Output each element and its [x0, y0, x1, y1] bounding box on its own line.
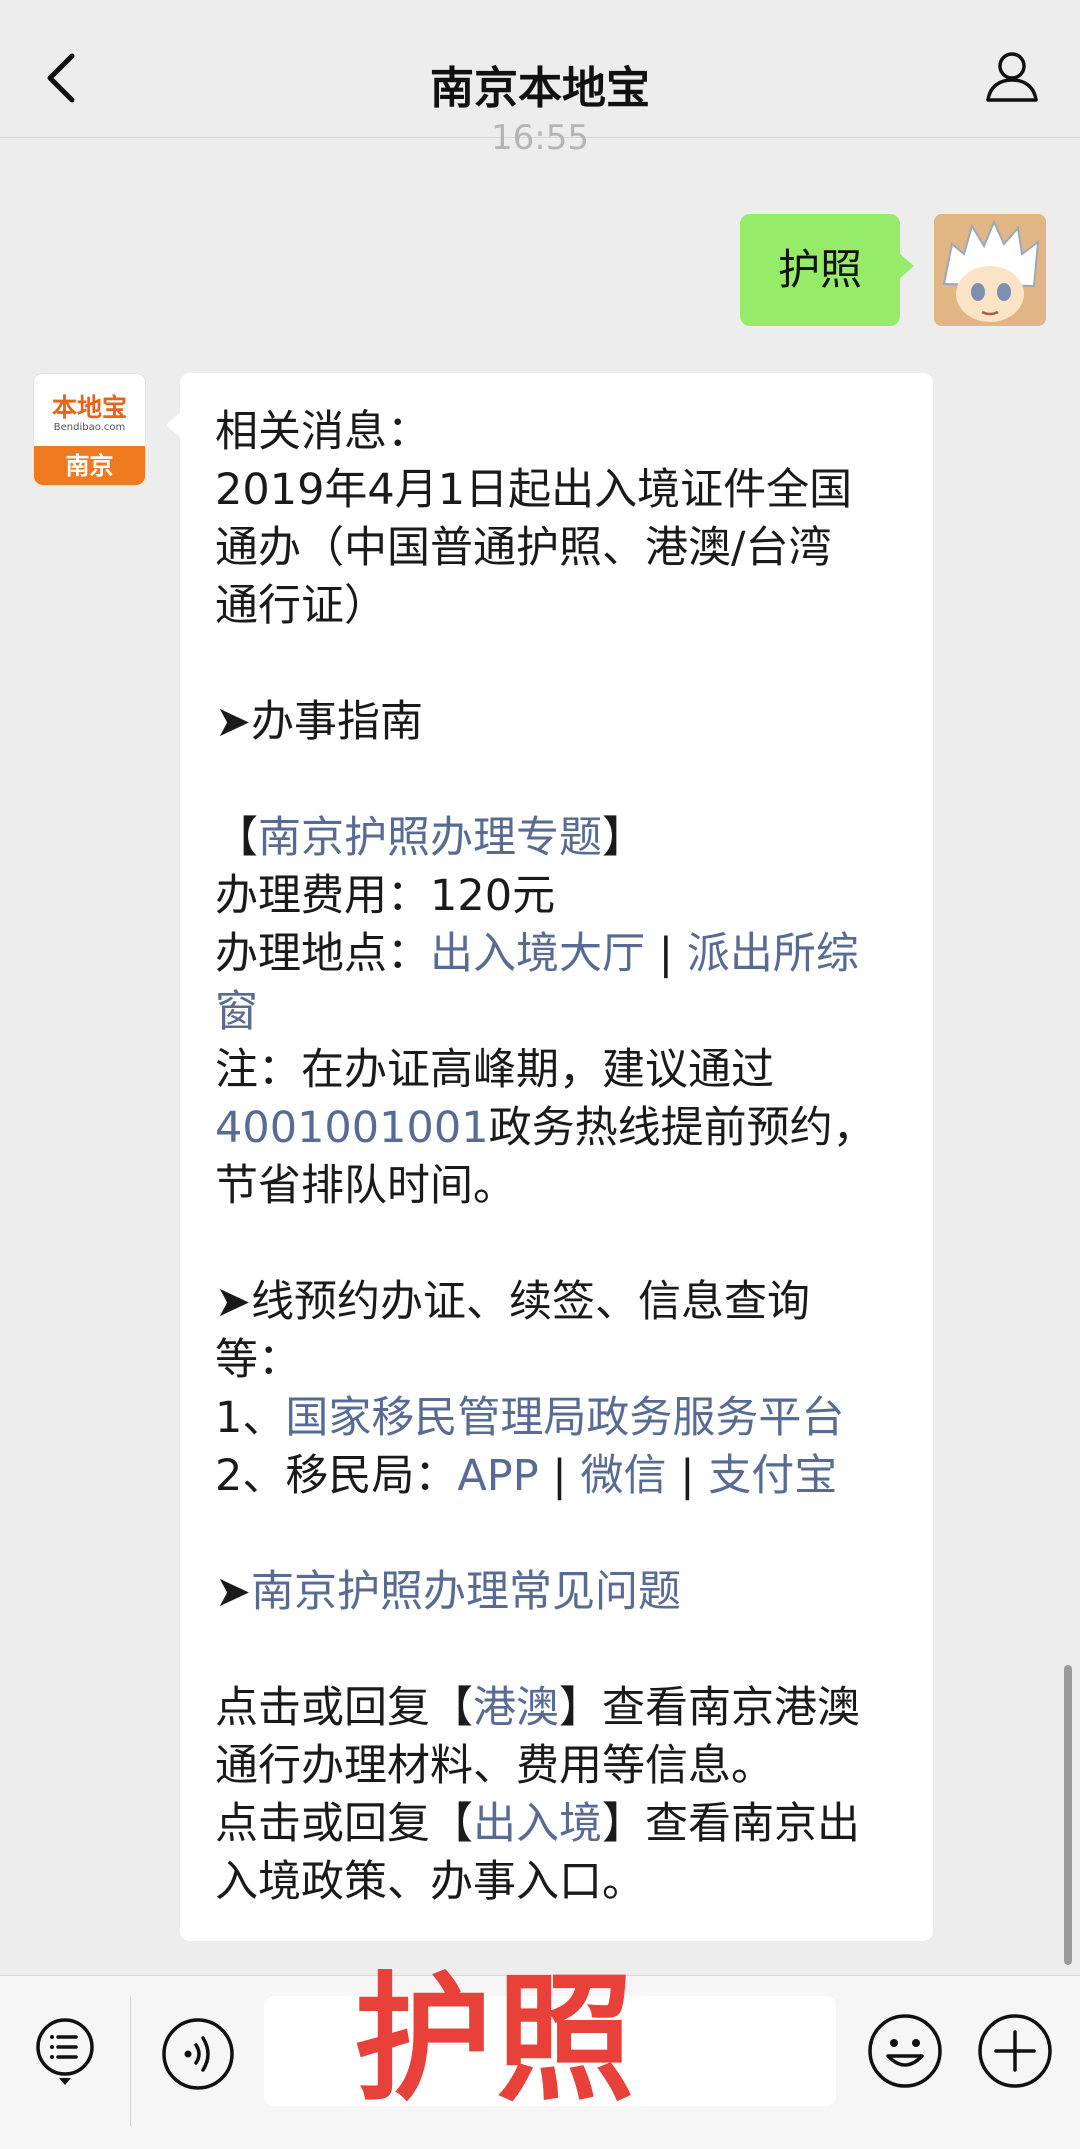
voice-icon[interactable]	[160, 2016, 236, 2092]
separator: |	[666, 1451, 709, 1501]
location-label: 办理地点：	[215, 929, 430, 979]
police-station-link[interactable]: 派出所综	[687, 929, 859, 979]
message-line: 通办（中国普通护照、港澳/台湾	[215, 523, 832, 573]
user-message-bubble[interactable]: 护照	[740, 214, 914, 326]
plus-icon[interactable]	[976, 2012, 1054, 2090]
divider	[130, 1996, 131, 2126]
list-prefix: 2、移民局：	[215, 1451, 458, 1501]
hotline-phone-link[interactable]: 4001001001	[215, 1103, 489, 1153]
fee-line: 办理费用：120元	[215, 871, 556, 921]
note-line: 注：在办证高峰期，建议通过	[215, 1045, 774, 1095]
exit-entry-hall-link[interactable]: 出入境大厅	[430, 929, 645, 979]
bot-message-bubble: 相关消息： 2019年4月1日起出入境证件全国 通办（中国普通护照、港澳/台湾 …	[166, 373, 933, 1941]
bracket: 】	[602, 813, 645, 863]
location-line-cont: 窗	[215, 983, 901, 1041]
hk-macao-line: 点击或回复【港澳】查看南京港澳	[215, 1679, 901, 1737]
message-line: 2019年4月1日起出入境证件全国	[215, 465, 853, 515]
note-line: 节省排队时间。	[215, 1161, 516, 1211]
reply-suffix: 】查看南京港澳	[559, 1683, 860, 1733]
note-phone-line: 4001001001政务热线提前预约，	[215, 1099, 901, 1157]
emoji-icon[interactable]	[866, 2012, 944, 2090]
reply-prefix: 点击或回复【	[215, 1683, 473, 1733]
bracket: 【	[215, 813, 258, 863]
location-line: 办理地点：出入境大厅 | 派出所综	[215, 925, 901, 983]
chat-title: 南京本地宝	[430, 63, 650, 114]
separator: |	[538, 1451, 581, 1501]
wechat-link[interactable]: 微信	[580, 1451, 666, 1501]
message-timestamp: 16:55	[491, 118, 589, 158]
overlay-caption: 护照	[354, 1959, 639, 2120]
user-avatar[interactable]	[934, 214, 1046, 326]
online-heading: ➤线预约办证、续签、信息查询	[215, 1277, 811, 1327]
list-prefix: 1、	[215, 1393, 286, 1443]
brand-logo-text: 本地宝	[51, 393, 127, 422]
guide-heading: ➤办事指南	[215, 697, 424, 747]
immigration-platform-link[interactable]: 国家移民管理局政务服务平台	[285, 1393, 844, 1443]
online-heading-cont: 等：	[215, 1335, 301, 1385]
brand-url: Bendibao.com	[53, 422, 126, 433]
reply-suffix: 】查看南京出	[602, 1799, 860, 1849]
passport-topic-link[interactable]: 南京护照办理专题	[258, 813, 602, 863]
faq-link[interactable]: 南京护照办理常见问题	[251, 1567, 681, 1617]
topic-line: 【南京护照办理专题】	[215, 809, 901, 867]
message-line: 通行证）	[215, 581, 387, 631]
arrow: ➤	[215, 1567, 252, 1617]
note-text: 政务热线提前预约，	[488, 1103, 876, 1153]
app-link[interactable]: APP	[457, 1451, 538, 1501]
list-item: 2、移民局：APP | 微信 | 支付宝	[215, 1447, 901, 1505]
faq-line: ➤南京护照办理常见问题	[215, 1563, 901, 1621]
hk-macao-link[interactable]: 港澳	[473, 1683, 559, 1733]
hk-macao-line-cont: 通行办理材料、费用等信息。	[215, 1741, 774, 1791]
menu-list-icon[interactable]	[32, 2016, 102, 2086]
bot-avatar[interactable]: 本地宝 Bendibao.com 南京	[33, 373, 146, 486]
exit-entry-link[interactable]: 出入境	[473, 1799, 602, 1849]
profile-icon[interactable]	[982, 46, 1042, 106]
separator: |	[645, 929, 687, 979]
cartoon-avatar-icon	[934, 214, 1046, 326]
exit-entry-line-cont: 入境政策、办事入口。	[215, 1857, 645, 1907]
brand-city: 南京	[34, 446, 145, 485]
alipay-link[interactable]: 支付宝	[708, 1451, 837, 1501]
police-station-link-cont[interactable]: 窗	[215, 987, 258, 1037]
reply-prefix: 点击或回复【	[215, 1799, 473, 1849]
list-item: 1、国家移民管理局政务服务平台	[215, 1389, 901, 1447]
message-line: 相关消息：	[215, 407, 430, 457]
scrollbar[interactable]	[1064, 1665, 1072, 1965]
exit-entry-line: 点击或回复【出入境】查看南京出	[215, 1795, 901, 1853]
